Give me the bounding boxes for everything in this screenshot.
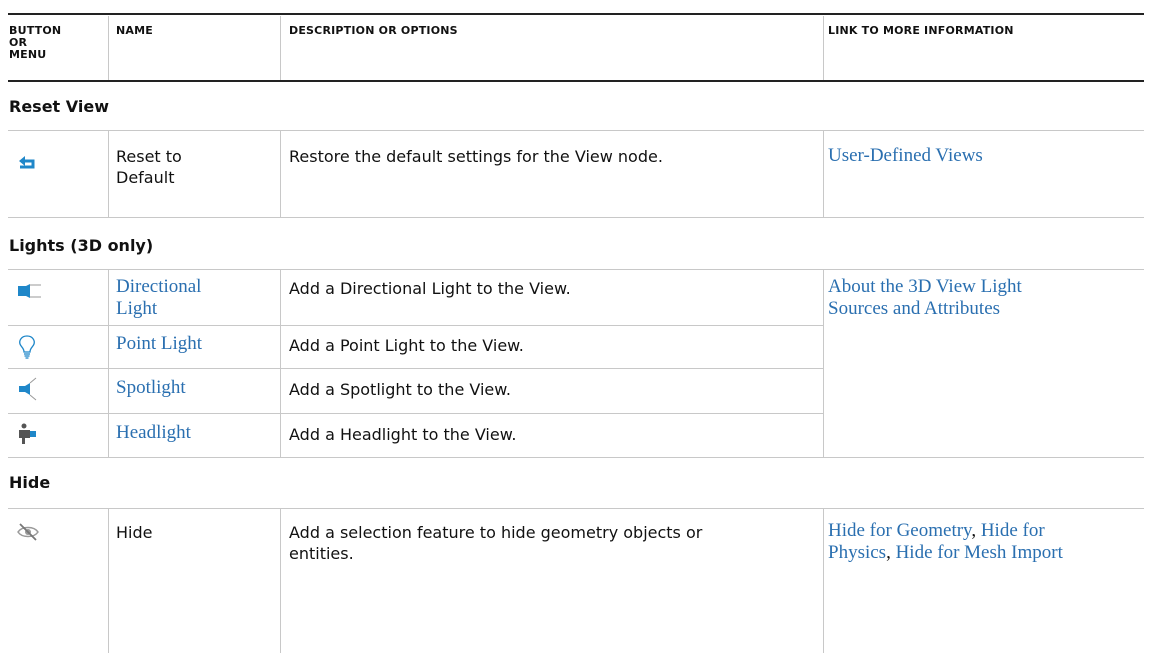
- row-rule: [8, 413, 823, 414]
- header-description: DESCRIPTION OR OPTIONS: [289, 24, 458, 37]
- point-light-icon[interactable]: [16, 334, 38, 359]
- header-divider: [108, 16, 109, 80]
- row-rule: [8, 130, 1144, 131]
- row-description: Add a Headlight to the View.: [289, 425, 517, 444]
- row-description: Add a Point Light to the View.: [289, 336, 524, 355]
- link-hide-for-physics[interactable]: Hide for: [981, 520, 1045, 541]
- row-description: Add a Directional Light to the View.: [289, 279, 571, 298]
- link-spotlight[interactable]: Spotlight: [116, 377, 186, 399]
- row-rule: [8, 368, 823, 369]
- row-name: Reset to Default: [116, 146, 182, 188]
- column-divider: [280, 270, 281, 457]
- column-divider: [823, 131, 824, 217]
- link-point-light[interactable]: Point Light: [116, 333, 202, 355]
- row-description: Add a Spotlight to the View.: [289, 380, 511, 399]
- header-name: NAME: [116, 24, 153, 37]
- section-title-reset-view: Reset View: [9, 97, 109, 116]
- link-line[interactable]: Sources and Attributes: [828, 298, 1022, 320]
- column-divider: [280, 509, 281, 653]
- row-rule: [8, 325, 823, 326]
- link-line[interactable]: Light: [116, 298, 201, 320]
- row-name-line: Default: [116, 168, 175, 187]
- link-headlight[interactable]: Headlight: [116, 422, 191, 444]
- column-divider: [108, 270, 109, 457]
- link-line[interactable]: Directional: [116, 276, 201, 298]
- table-header-row: BUTTON OR MENU NAME DESCRIPTION OR OPTIO…: [8, 16, 1144, 82]
- link-separator: ,: [886, 542, 896, 563]
- link-hide-for-mesh-import[interactable]: Hide for Mesh Import: [896, 542, 1063, 563]
- column-divider: [823, 509, 824, 653]
- hide-links: Hide for Geometry, Hide for Physics, Hid…: [828, 520, 1063, 564]
- row-rule: [8, 217, 1144, 218]
- row-description-line: entities.: [289, 544, 354, 563]
- row-name: Hide: [116, 523, 153, 542]
- link-hide-for-geometry[interactable]: Hide for Geometry: [828, 520, 971, 541]
- header-divider: [280, 16, 281, 80]
- link-user-defined-views[interactable]: User-Defined Views: [828, 145, 983, 167]
- row-rule: [8, 269, 1144, 270]
- link-line: Physics, Hide for Mesh Import: [828, 542, 1063, 564]
- section-title-hide: Hide: [9, 473, 51, 492]
- header-button-or-menu: BUTTON OR MENU: [9, 25, 61, 61]
- row-rule: [8, 457, 1144, 458]
- link-hide-for-physics[interactable]: Physics: [828, 542, 886, 563]
- row-description: Add a selection feature to hide geometry…: [289, 522, 702, 564]
- column-divider: [823, 270, 824, 457]
- header-link: LINK TO MORE INFORMATION: [828, 24, 1014, 37]
- table-top-rule: [8, 13, 1144, 15]
- link-line: Hide for Geometry, Hide for: [828, 520, 1063, 542]
- reset-arrow-icon[interactable]: [16, 154, 38, 176]
- directional-light-icon[interactable]: [16, 280, 42, 302]
- link-line[interactable]: About the 3D View Light: [828, 276, 1022, 298]
- link-3d-view-light-sources[interactable]: About the 3D View Light Sources and Attr…: [828, 276, 1022, 320]
- column-divider: [108, 131, 109, 217]
- link-separator: ,: [971, 520, 981, 541]
- row-name-line: Reset to: [116, 147, 182, 166]
- link-directional-light[interactable]: Directional Light: [116, 276, 201, 320]
- row-rule: [8, 508, 1144, 509]
- header-divider: [823, 16, 824, 80]
- row-description: Restore the default settings for the Vie…: [289, 147, 663, 166]
- column-divider: [280, 131, 281, 217]
- hide-eye-icon[interactable]: [16, 522, 40, 544]
- headlight-icon[interactable]: [16, 422, 38, 444]
- spotlight-icon[interactable]: [16, 377, 38, 401]
- header-menu-line: MENU: [9, 48, 47, 61]
- row-description-line: Add a selection feature to hide geometry…: [289, 523, 703, 542]
- section-title-lights: Lights (3D only): [9, 236, 154, 255]
- column-divider: [108, 509, 109, 653]
